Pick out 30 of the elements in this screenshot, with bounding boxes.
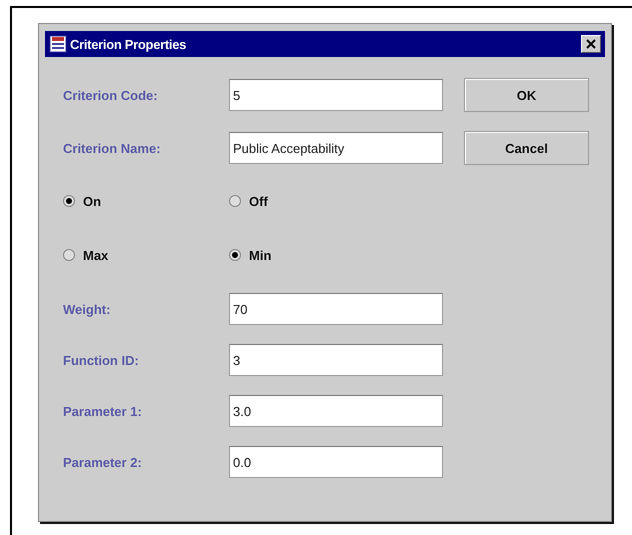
field-label: Weight: xyxy=(63,302,112,316)
field-label: Parameter 2: xyxy=(63,454,143,470)
radio-option[interactable]: Off xyxy=(229,194,395,208)
radio-button[interactable] xyxy=(63,249,75,261)
radio-button[interactable] xyxy=(229,249,241,261)
radio-label: Off xyxy=(249,194,268,208)
radio-option[interactable]: Max xyxy=(63,248,229,262)
app-icon xyxy=(49,35,67,53)
radio-label: On xyxy=(83,194,102,208)
ok-button[interactable]: OK xyxy=(464,78,589,112)
radio-button[interactable] xyxy=(229,195,241,207)
close-button[interactable] xyxy=(581,35,601,53)
field-label: Parameter 1: xyxy=(63,404,143,418)
radio-option[interactable]: On xyxy=(63,194,229,208)
close-icon xyxy=(586,39,596,49)
field-label: Criterion Code: xyxy=(63,88,159,102)
input-field[interactable]: 70 xyxy=(229,293,443,325)
radio-option[interactable]: Min xyxy=(229,248,395,262)
field-label: Function ID: xyxy=(63,352,140,368)
field-label: Criterion Name: xyxy=(63,140,162,156)
input-field[interactable]: 3 xyxy=(229,344,443,376)
input-field[interactable]: Public Acceptability xyxy=(229,132,443,164)
input-field[interactable]: 3.0 xyxy=(229,395,443,427)
window-title: Criterion Properties xyxy=(70,36,188,52)
input-field[interactable]: 5 xyxy=(229,79,443,111)
radio-label: Max xyxy=(83,248,108,262)
radio-button[interactable] xyxy=(63,195,75,207)
radio-label: Min xyxy=(249,248,272,262)
cancel-button[interactable]: Cancel xyxy=(464,131,589,165)
input-field[interactable]: 0.0 xyxy=(229,446,443,478)
